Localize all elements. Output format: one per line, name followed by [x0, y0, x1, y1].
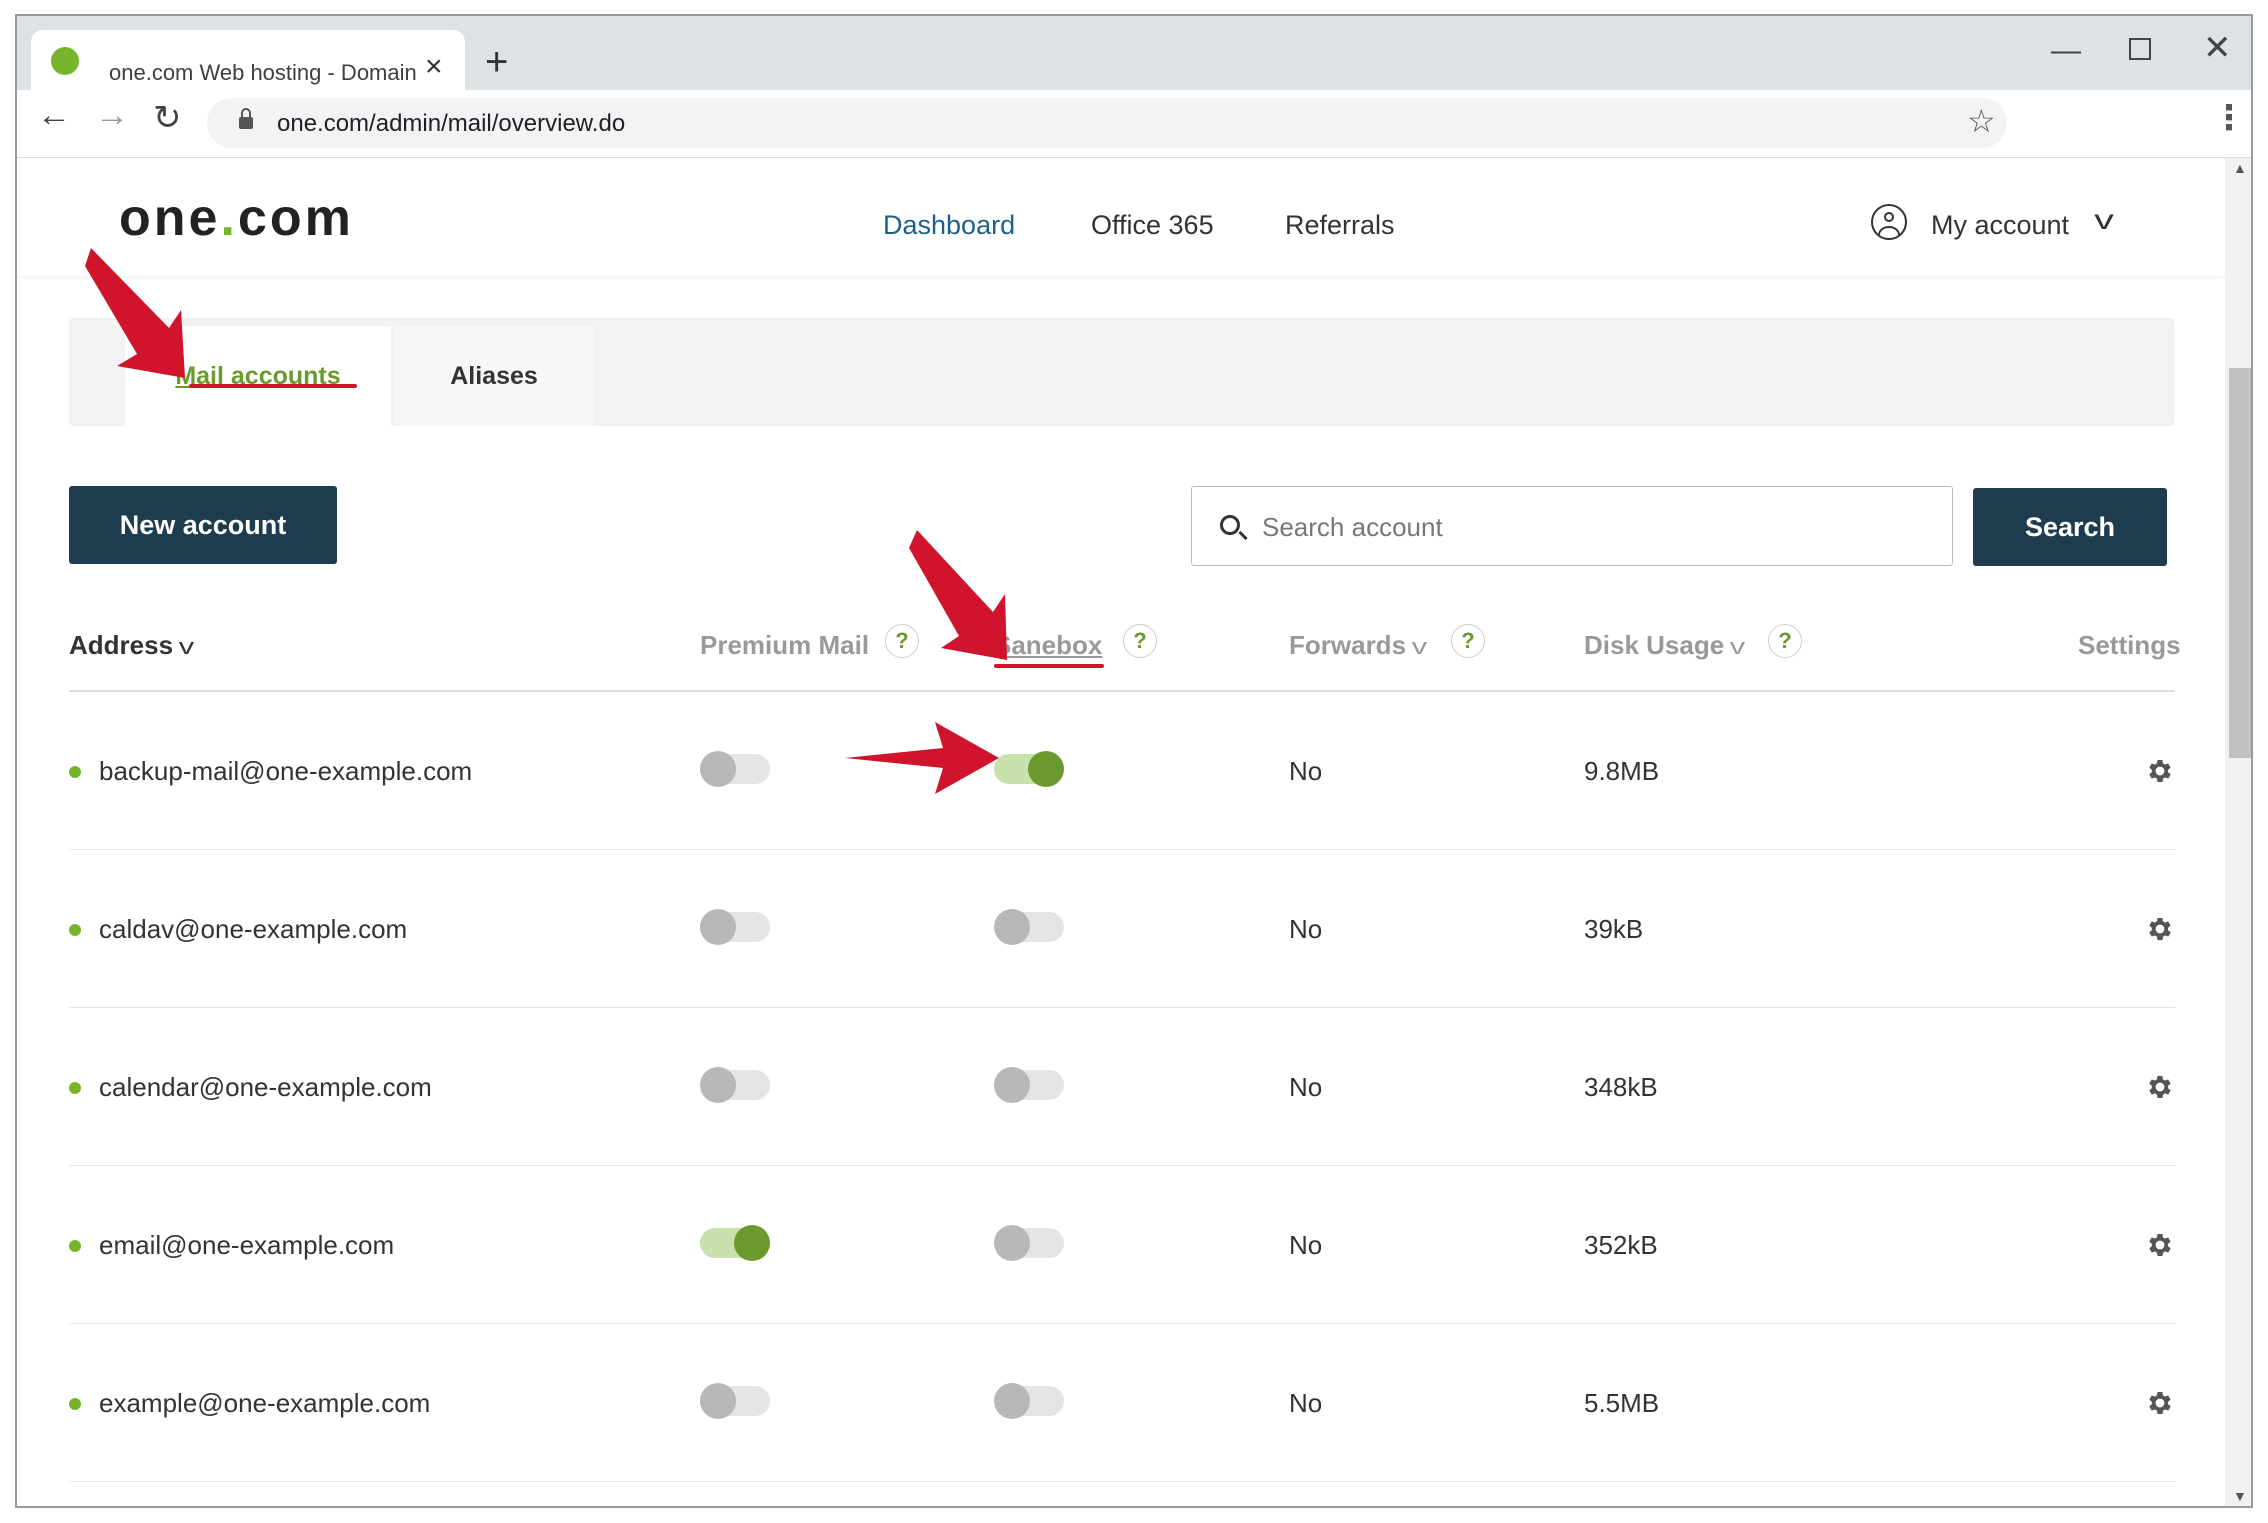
browser-tab-strip: one.com Web hosting - Domain × + — ✕: [17, 16, 2251, 92]
forwards-value: No: [1289, 914, 1323, 944]
sanebox-toggle[interactable]: [994, 751, 1064, 787]
gear-icon[interactable]: [2145, 914, 2175, 944]
status-dot-icon: [69, 924, 81, 936]
browser-tab[interactable]: one.com Web hosting - Domain ×: [31, 30, 465, 92]
favicon-icon: [51, 47, 79, 75]
column-header-forwards[interactable]: Forwards v: [1289, 630, 1428, 661]
premium-mail-toggle[interactable]: [700, 1225, 770, 1261]
status-dot-icon: [69, 766, 81, 778]
account-address[interactable]: email@one-example.com: [99, 1230, 394, 1261]
browser-window: one.com Web hosting - Domain × + — ✕ ← →…: [15, 14, 2253, 1508]
chevron-down-icon: v: [1411, 634, 1428, 659]
annotation-arrow-icon: [909, 530, 1007, 660]
account-address[interactable]: calendar@one-example.com: [99, 1072, 432, 1103]
forwards-value: No: [1289, 1388, 1323, 1418]
forward-arrow-icon[interactable]: →: [95, 96, 129, 135]
forwards-value: No: [1289, 756, 1323, 786]
status-dot-icon: [69, 1082, 81, 1094]
premium-mail-toggle[interactable]: [700, 751, 770, 787]
disk-usage-value: 5.5MB: [1584, 1388, 1660, 1418]
disk-usage-value: 39kB: [1584, 914, 1644, 944]
address-bar[interactable]: one.com/admin/mail/overview.do ☆: [207, 98, 2007, 148]
maximize-icon[interactable]: [2129, 38, 2151, 60]
column-header-settings: Settings: [2078, 630, 2181, 660]
nav-dashboard[interactable]: Dashboard: [883, 210, 1015, 241]
scroll-thumb[interactable]: [2229, 368, 2251, 758]
search-icon: [1220, 515, 1240, 535]
sanebox-toggle[interactable]: [994, 1225, 1064, 1261]
column-header-disk-usage[interactable]: Disk Usage v: [1584, 630, 1746, 661]
gear-icon[interactable]: [2145, 1230, 2175, 1260]
help-icon[interactable]: ?: [1123, 624, 1157, 658]
sanebox-toggle[interactable]: [994, 909, 1064, 945]
lock-icon[interactable]: [239, 108, 253, 130]
premium-mail-toggle[interactable]: [700, 909, 770, 945]
forwards-value: No: [1289, 1072, 1323, 1102]
annotation-underline: [189, 384, 357, 388]
back-arrow-icon[interactable]: ←: [37, 96, 71, 135]
help-icon[interactable]: ?: [1451, 624, 1485, 658]
browser-tab-title: one.com Web hosting - Domain: [109, 60, 417, 85]
my-account-menu[interactable]: My account: [1931, 210, 2069, 241]
window-close-icon[interactable]: ✕: [2203, 28, 2232, 68]
site-header: one.com Dashboard Office 365 Referrals M…: [17, 158, 2225, 276]
status-dot-icon: [69, 1240, 81, 1252]
account-address[interactable]: caldav@one-example.com: [99, 914, 407, 945]
premium-mail-toggle[interactable]: [700, 1067, 770, 1103]
annotation-underline: [994, 664, 1104, 668]
forwards-value: No: [1289, 1230, 1323, 1260]
scroll-down-icon[interactable]: ▼: [2233, 1488, 2247, 1504]
column-header-premium-mail: Premium Mail: [700, 630, 870, 660]
chevron-down-icon: v: [1729, 634, 1746, 659]
account-address[interactable]: backup-mail@one-example.com: [99, 756, 472, 787]
annotation-arrow-icon: [845, 722, 999, 794]
new-tab-icon[interactable]: +: [485, 42, 508, 82]
search-input[interactable]: [1262, 507, 1922, 547]
table-row: caldav@one-example.com No 39kB: [69, 850, 2175, 1008]
nav-referrals[interactable]: Referrals: [1285, 210, 1395, 241]
tab-close-icon[interactable]: ×: [425, 52, 443, 82]
help-icon[interactable]: ?: [1768, 624, 1802, 658]
search-button[interactable]: Search: [1973, 488, 2167, 566]
nav-office-365[interactable]: Office 365: [1091, 210, 1214, 241]
sanebox-toggle[interactable]: [994, 1383, 1064, 1419]
url-text[interactable]: one.com/admin/mail/overview.do: [277, 110, 625, 138]
chevron-down-icon[interactable]: v: [2094, 204, 2114, 236]
bookmark-star-icon[interactable]: ☆: [1967, 102, 1996, 140]
account-address[interactable]: example@one-example.com: [99, 1388, 430, 1419]
disk-usage-value: 348kB: [1584, 1072, 1658, 1102]
scroll-up-icon[interactable]: ▲: [2233, 160, 2247, 176]
annotation-arrow-icon: [85, 248, 185, 378]
table-row: email@one-example.com No 352kB: [69, 1166, 2175, 1324]
tab-aliases[interactable]: Aliases: [395, 326, 593, 426]
gear-icon[interactable]: [2145, 756, 2175, 786]
disk-usage-value: 352kB: [1584, 1230, 1658, 1260]
table-row: backup-mail@one-example.com No 9.8MB: [69, 692, 2175, 850]
new-account-button[interactable]: New account: [69, 486, 337, 564]
minimize-icon[interactable]: —: [2051, 34, 2081, 68]
chevron-down-icon: v: [178, 634, 195, 659]
browser-toolbar: ← → ↻ one.com/admin/mail/overview.do ☆ ⋮: [17, 90, 2251, 158]
gear-icon[interactable]: [2145, 1072, 2175, 1102]
kebab-menu-icon[interactable]: ⋮: [2212, 98, 2246, 138]
disk-usage-value: 9.8MB: [1584, 756, 1660, 786]
premium-mail-toggle[interactable]: [700, 1383, 770, 1419]
sanebox-toggle[interactable]: [994, 1067, 1064, 1103]
table-row: calendar@one-example.com No 348kB: [69, 1008, 2175, 1166]
page-content: one.com Dashboard Office 365 Referrals M…: [17, 158, 2225, 1506]
table-row: example@one-example.com No 5.5MB: [69, 1324, 2175, 1482]
reload-icon[interactable]: ↻: [153, 98, 182, 138]
status-dot-icon: [69, 1398, 81, 1410]
mail-tabs: Mail accounts Aliases: [69, 318, 2175, 426]
column-header-address[interactable]: Address v: [69, 630, 195, 661]
search-box: [1191, 486, 1953, 566]
user-circle-icon[interactable]: [1871, 204, 1907, 240]
gear-icon[interactable]: [2145, 1388, 2175, 1418]
page-scrollbar[interactable]: ▲ ▼: [2225, 158, 2251, 1506]
